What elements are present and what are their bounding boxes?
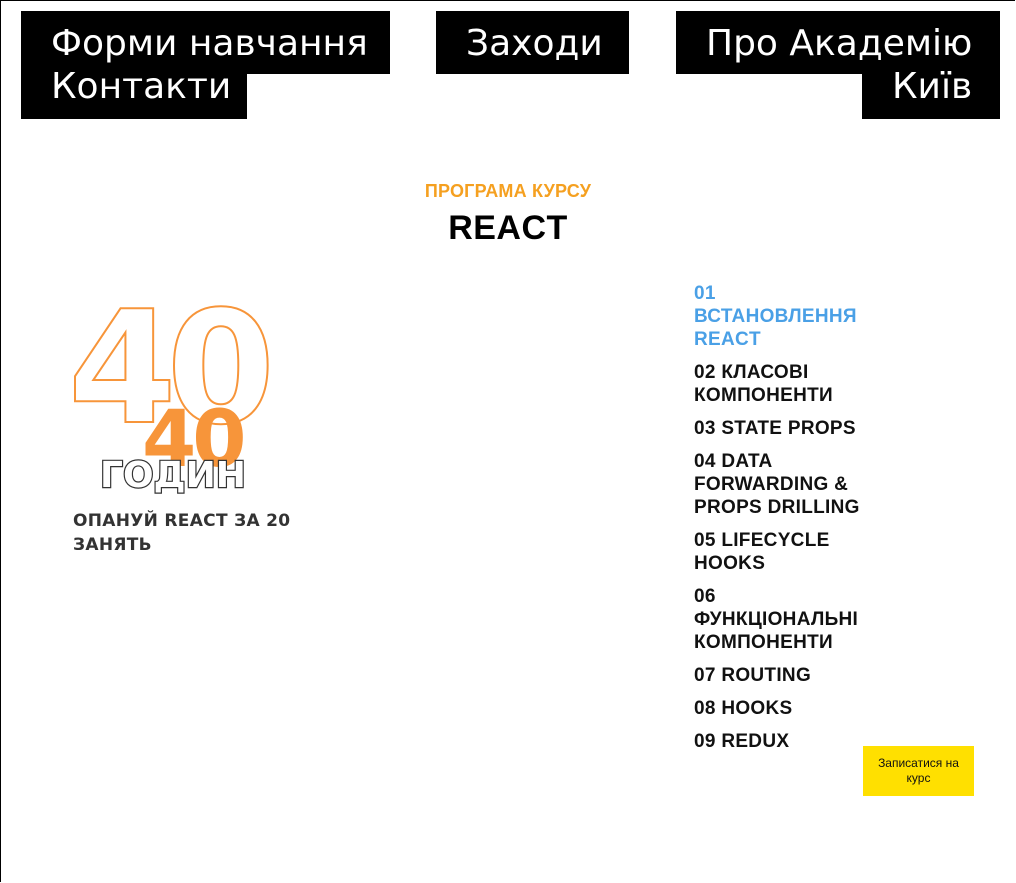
program-item[interactable]: 07 ROUTING — [694, 664, 879, 687]
nav-link-contacts[interactable]: Контакти — [21, 66, 247, 119]
program-list: 01 ВСТАНОВЛЕННЯ REACT 02 КЛАСОВІ КОМПОНЕН… — [694, 282, 879, 763]
nav-link-contacts-label[interactable]: Контакти — [51, 64, 231, 110]
program-item[interactable]: 02 КЛАСОВІ КОМПОНЕНТИ — [694, 361, 879, 407]
section-eyebrow: ПРОГРАМА КУРСУ — [424, 181, 592, 201]
course-title: REACT — [448, 209, 568, 247]
nav-link-city[interactable]: Київ — [862, 66, 1000, 119]
program-item[interactable]: 05 LIFECYCLE HOOKS — [694, 529, 879, 575]
program-item[interactable]: 01 ВСТАНОВЛЕННЯ REACT — [694, 282, 879, 351]
hours-graphic: 40 40 годин — [68, 290, 280, 497]
program-item[interactable]: 04 DATA FORWARDING & PROPS DRILLING — [694, 450, 879, 519]
enroll-button[interactable]: Записатися на курс — [863, 746, 974, 796]
program-item[interactable]: 09 REDUX — [694, 730, 879, 753]
program-item[interactable]: 06 ФУНКЦІОНАЛЬНІ КОМПОНЕНТИ — [694, 585, 879, 654]
program-item[interactable]: 08 HOOKS — [694, 697, 879, 720]
nav-link-forms-label[interactable]: Форми навчання — [51, 21, 368, 67]
program-item[interactable]: 03 STATE PROPS — [694, 417, 879, 440]
nav-link-events-label[interactable]: Заходи — [466, 21, 603, 67]
hours-tagline: ОПАНУЙ REACT ЗА 20 ЗАНЯТЬ — [73, 511, 291, 555]
nav-link-city-label[interactable]: Київ — [892, 64, 972, 110]
nav-link-about-label[interactable]: Про Академію — [706, 21, 972, 67]
nav-link-events[interactable]: Заходи — [436, 11, 629, 74]
hours-unit: годин — [100, 455, 246, 496]
